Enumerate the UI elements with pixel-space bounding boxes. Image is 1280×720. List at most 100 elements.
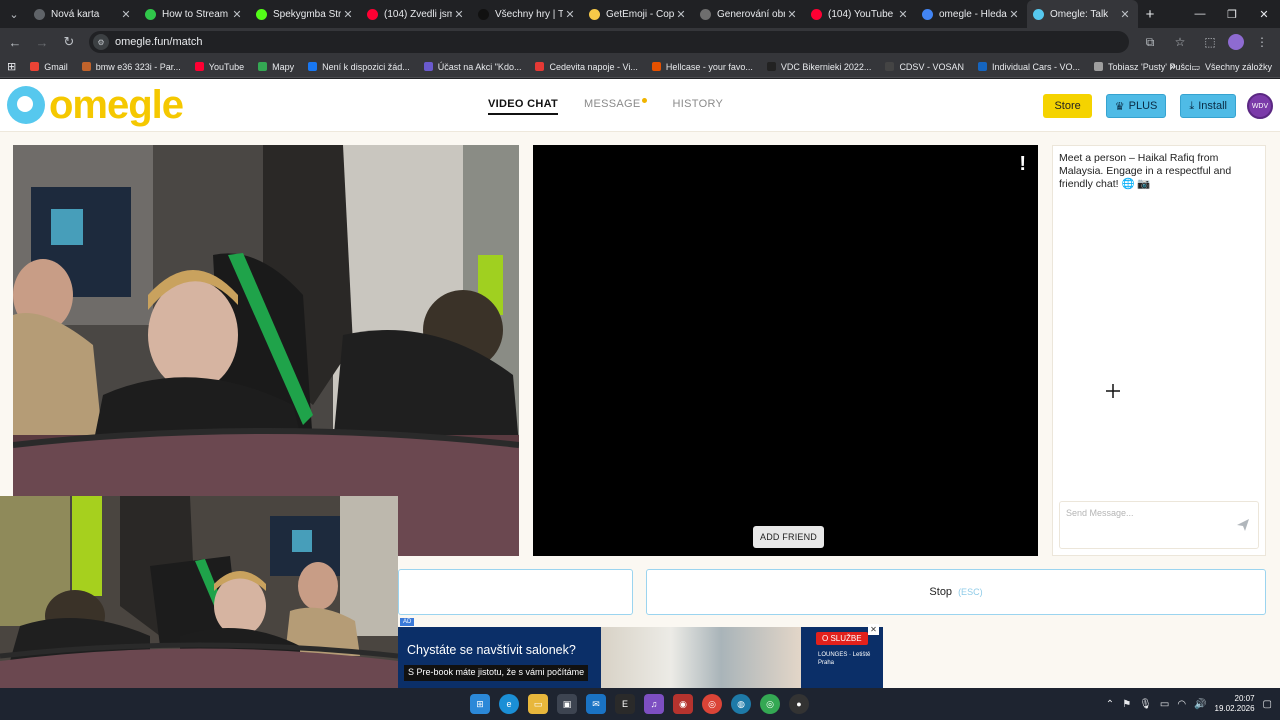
bookmark-item[interactable]: Tobiasz 'Pusty' Pušci... — [1087, 62, 1206, 72]
bookmark-item[interactable]: bmw e36 323i - Par... — [75, 62, 188, 72]
install-app-icon[interactable]: ⧉ — [1138, 30, 1162, 54]
minimize-icon[interactable]: — — [1184, 0, 1216, 28]
network-app-icon[interactable]: ⚑ — [1122, 699, 1131, 710]
tab-favicon-icon — [922, 8, 933, 20]
taskbar-apps: ⊞ e ▭ ▣ ✉ E ♫ ◉ ◎ ◍ ◎ ● — [470, 688, 809, 720]
chrome-active-icon[interactable]: ◎ — [760, 694, 780, 714]
browser-tab[interactable]: Omegle: Talk ✕ — [1027, 0, 1138, 28]
game-app-icon[interactable]: ◉ — [673, 694, 693, 714]
tab-close-icon[interactable]: ✕ — [452, 8, 466, 21]
tab-close-icon[interactable]: ✕ — [896, 8, 910, 21]
ad-title: Chystáte se navštívit salonek? — [407, 643, 576, 657]
tab-search-icon[interactable]: ⌄ — [0, 0, 28, 28]
globe-app-icon[interactable]: ◍ — [731, 694, 751, 714]
install-label: Install — [1198, 100, 1227, 112]
browser-tab[interactable]: Všechny hry | Tok✕ — [472, 0, 583, 28]
bookmark-favicon-icon — [766, 62, 776, 71]
bookmark-item[interactable]: Není k dispozici žád... — [301, 62, 417, 72]
tab-close-icon[interactable]: ✕ — [1118, 8, 1132, 21]
tab-close-icon[interactable]: ✕ — [119, 8, 133, 21]
bookmark-item[interactable]: VDC Bikernieki 2022... — [760, 62, 879, 72]
mail-icon[interactable]: ✉ — [586, 694, 606, 714]
tab-close-icon[interactable]: ✕ — [563, 8, 577, 21]
ad-service-button[interactable]: O SLUŽBE — [816, 632, 868, 645]
profile-avatar-icon[interactable] — [1228, 34, 1244, 50]
site-info-icon[interactable]: ⚙ — [93, 34, 109, 50]
stop-label: Stop — [929, 586, 953, 598]
browser-tab[interactable]: Spekygmba Strea✕ — [250, 0, 361, 28]
bookmark-item[interactable]: YouTube — [188, 62, 251, 72]
browser-tab[interactable]: Generování obráz✕ — [694, 0, 805, 28]
user-avatar[interactable]: WDV — [1247, 93, 1273, 119]
bookmark-item[interactable]: Cedevita napoje - Vi... — [528, 62, 644, 72]
nav-video-chat[interactable]: VIDEO CHAT — [488, 98, 559, 115]
back-icon[interactable]: ← — [3, 30, 27, 54]
bookmark-item[interactable]: CDSV - VOSAN — [878, 62, 971, 72]
forward-icon[interactable]: → — [30, 30, 54, 54]
browser-tab-strip: ⌄ Nová karta ✕ How to Stream o ✕ Spekygmba S… — [0, 0, 1280, 28]
clock[interactable]: 20:07 19.02.2026 — [1215, 694, 1255, 714]
nav-history[interactable]: HISTORY — [673, 98, 724, 115]
display-icon[interactable]: ▭ — [1160, 699, 1169, 710]
message-input[interactable] — [1066, 508, 1226, 518]
install-button[interactable]: ⤓ Install — [1180, 94, 1236, 118]
microphone-icon[interactable]: 🎙 — [1139, 699, 1152, 710]
chrome-icon[interactable]: ◎ — [702, 694, 722, 714]
apps-grid-icon[interactable]: ⊞ — [0, 60, 23, 73]
browser-tab[interactable]: (104) YouTube ✕ — [805, 0, 916, 28]
address-bar[interactable]: ⚙ omegle.fun/match — [89, 31, 1129, 53]
more-bookmarks-icon[interactable]: » — [1170, 56, 1176, 78]
browser-tab[interactable]: GetEmoji - Copy ✕ — [583, 0, 694, 28]
bookmark-item[interactable]: Účast na Akci "Kdo... — [417, 62, 529, 72]
all-bookmarks-button[interactable]: ▭ Všechny záložky — [1191, 56, 1272, 78]
store-app-icon[interactable]: ▣ — [557, 694, 577, 714]
plus-button[interactable]: ♛ PLUS — [1105, 94, 1167, 118]
send-icon[interactable] — [1236, 518, 1250, 532]
header-buttons: Store ♛ PLUS ⤓ Install — [1043, 94, 1236, 118]
ad-close-icon[interactable]: ✕ — [868, 624, 879, 635]
bookmark-item[interactable]: Mapy — [251, 62, 301, 72]
tab-title: How to Stream o — [162, 8, 230, 20]
notifications-icon[interactable]: ▢ — [1263, 699, 1272, 710]
bookmark-star-icon[interactable]: ☆ — [1168, 30, 1192, 54]
browser-tab[interactable]: omegle - Hledat ✕ — [916, 0, 1027, 28]
edge-icon[interactable]: e — [499, 694, 519, 714]
new-tab-icon[interactable]: + — [1138, 6, 1162, 23]
wifi-icon[interactable]: ◠ — [1177, 699, 1186, 710]
close-window-icon[interactable]: ✕ — [1248, 0, 1280, 28]
maximize-icon[interactable]: ❐ — [1216, 0, 1248, 28]
omegle-logo[interactable]: omegle — [7, 85, 184, 125]
extensions-icon[interactable]: ⬚ — [1198, 30, 1222, 54]
bookmark-item[interactable]: Gmail — [23, 62, 75, 72]
add-friend-button[interactable]: ADD FRIEND — [753, 526, 825, 548]
stop-button[interactable]: Stop (ESC) — [646, 569, 1266, 615]
media-app-icon[interactable]: ♫ — [644, 694, 664, 714]
tab-close-icon[interactable]: ✕ — [341, 8, 355, 21]
reload-icon[interactable]: ↻ — [57, 30, 81, 54]
new-chat-button[interactable] — [398, 569, 633, 615]
volume-icon[interactable]: 🔊 — [1194, 699, 1206, 710]
bookmark-label: YouTube — [208, 61, 245, 72]
tab-close-icon[interactable]: ✕ — [785, 8, 799, 21]
tab-close-icon[interactable]: ✕ — [1007, 8, 1021, 21]
bookmark-favicon-icon — [423, 62, 433, 71]
file-explorer-icon[interactable]: ▭ — [528, 694, 548, 714]
start-icon[interactable]: ⊞ — [470, 694, 490, 714]
ad-banner[interactable]: Chystáte se navštívit salonek? S Pre-boo… — [398, 627, 883, 688]
nav-message[interactable]: MESSAGE — [584, 98, 647, 115]
browser-tab[interactable]: Nová karta ✕ — [28, 0, 139, 28]
browser-tab[interactable]: How to Stream o ✕ — [139, 0, 250, 28]
tray-expand-icon[interactable]: ⌃ — [1106, 699, 1114, 710]
bookmark-item[interactable]: Individual Cars - VO... — [971, 62, 1087, 72]
epic-games-icon[interactable]: E — [615, 694, 635, 714]
tab-favicon-icon — [811, 8, 822, 20]
browser-menu-icon[interactable]: ⋮ — [1250, 30, 1274, 54]
tab-close-icon[interactable]: ✕ — [674, 8, 688, 21]
obs-icon[interactable]: ● — [789, 694, 809, 714]
notification-dot-icon — [641, 98, 647, 103]
browser-tab[interactable]: (104) Zvedli jsme✕ — [361, 0, 472, 28]
store-button[interactable]: Store — [1043, 94, 1092, 118]
report-button[interactable]: ! — [1019, 153, 1026, 176]
bookmark-item[interactable]: Hellcase - your favo... — [645, 62, 760, 72]
tab-close-icon[interactable]: ✕ — [230, 8, 244, 21]
